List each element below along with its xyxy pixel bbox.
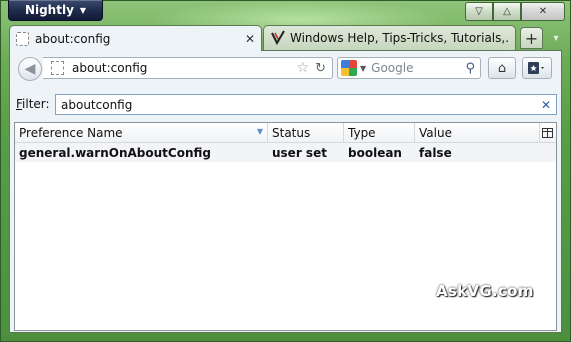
pref-name-cell: general.warnOnAboutConfig <box>19 145 211 160</box>
url-bar[interactable]: about:config ☆ ↻ <box>43 57 333 79</box>
close-tab-icon[interactable]: ✕ <box>245 32 255 46</box>
reload-icon[interactable]: ↻ <box>315 61 326 76</box>
navigation-toolbar: ◀ about:config ☆ ↻ ▼ Google ⚲ ⌂ <box>10 51 561 85</box>
google-engine-icon[interactable] <box>341 60 357 76</box>
list-all-tabs-button[interactable]: ▾ <box>547 29 565 47</box>
column-header-value[interactable]: Value <box>415 123 540 142</box>
home-button[interactable]: ⌂ <box>488 57 516 79</box>
sort-ascending-icon: ▼ <box>256 127 263 136</box>
search-placeholder[interactable]: Google <box>371 61 465 75</box>
watermark-text: AskVG.com <box>436 282 534 300</box>
table-header: Preference Name ▼ Status Type Value <box>15 123 556 143</box>
column-label: Status <box>272 125 311 140</box>
bookmarks-icon <box>528 62 544 74</box>
back-button[interactable]: ◀ <box>18 57 42 81</box>
column-label: Preference Name <box>19 125 123 140</box>
search-icon[interactable]: ⚲ <box>465 61 475 76</box>
pref-type-cell: boolean <box>348 145 402 160</box>
filter-label: Filter: <box>16 97 50 111</box>
filter-input[interactable]: aboutconfig ✕ <box>55 94 557 115</box>
column-picker-icon[interactable] <box>540 123 556 142</box>
tab-label: about:config <box>35 31 111 46</box>
filter-value[interactable]: aboutconfig <box>56 98 541 112</box>
tab-label: Windows Help, Tips-Tricks, Tutorials,... <box>290 31 509 45</box>
askvg-favicon-icon <box>271 30 285 46</box>
search-bar[interactable]: ▼ Google ⚲ <box>337 57 481 79</box>
tab-about-config[interactable]: about:config ✕ <box>9 25 262 51</box>
chevron-down-icon: ▼ <box>79 5 87 15</box>
column-header-preference-name[interactable]: Preference Name ▼ <box>15 123 268 142</box>
window-frame: Nightly ▼ ▽ △ ✕ about:config ✕ Windows H… <box>0 0 571 342</box>
column-picker-glyph-icon <box>542 127 553 138</box>
url-text[interactable]: about:config <box>72 61 297 75</box>
maximize-button[interactable]: △ <box>493 2 521 21</box>
column-header-status[interactable]: Status <box>268 123 344 142</box>
bookmarks-menu-button[interactable] <box>522 57 552 79</box>
window-caption-buttons: ▽ △ ✕ <box>465 2 565 21</box>
minimize-button[interactable]: ▽ <box>465 2 493 21</box>
page-identity-icon[interactable] <box>51 61 64 75</box>
column-label: Type <box>348 125 376 140</box>
column-label: Value <box>419 125 452 140</box>
tab-strip: about:config ✕ Windows Help, Tips-Tricks… <box>9 25 565 51</box>
app-menu-label: Nightly <box>24 3 74 17</box>
filter-row: Filter: aboutconfig ✕ <box>10 92 561 116</box>
tab-askvg[interactable]: Windows Help, Tips-Tricks, Tutorials,... <box>263 25 516 50</box>
clear-filter-icon[interactable]: ✕ <box>541 98 551 112</box>
column-header-type[interactable]: Type <box>344 123 415 142</box>
table-row[interactable]: general.warnOnAboutConfig user set boole… <box>15 143 556 162</box>
blank-page-icon <box>16 31 29 46</box>
pref-value-cell: false <box>419 145 452 160</box>
bookmark-star-icon[interactable]: ☆ <box>297 60 310 76</box>
pref-status-cell: user set <box>272 145 327 160</box>
new-tab-button[interactable]: + <box>520 27 543 49</box>
app-menu-button[interactable]: Nightly ▼ <box>8 0 103 21</box>
engine-dropdown-icon[interactable]: ▼ <box>360 64 366 73</box>
close-window-button[interactable]: ✕ <box>521 2 565 21</box>
